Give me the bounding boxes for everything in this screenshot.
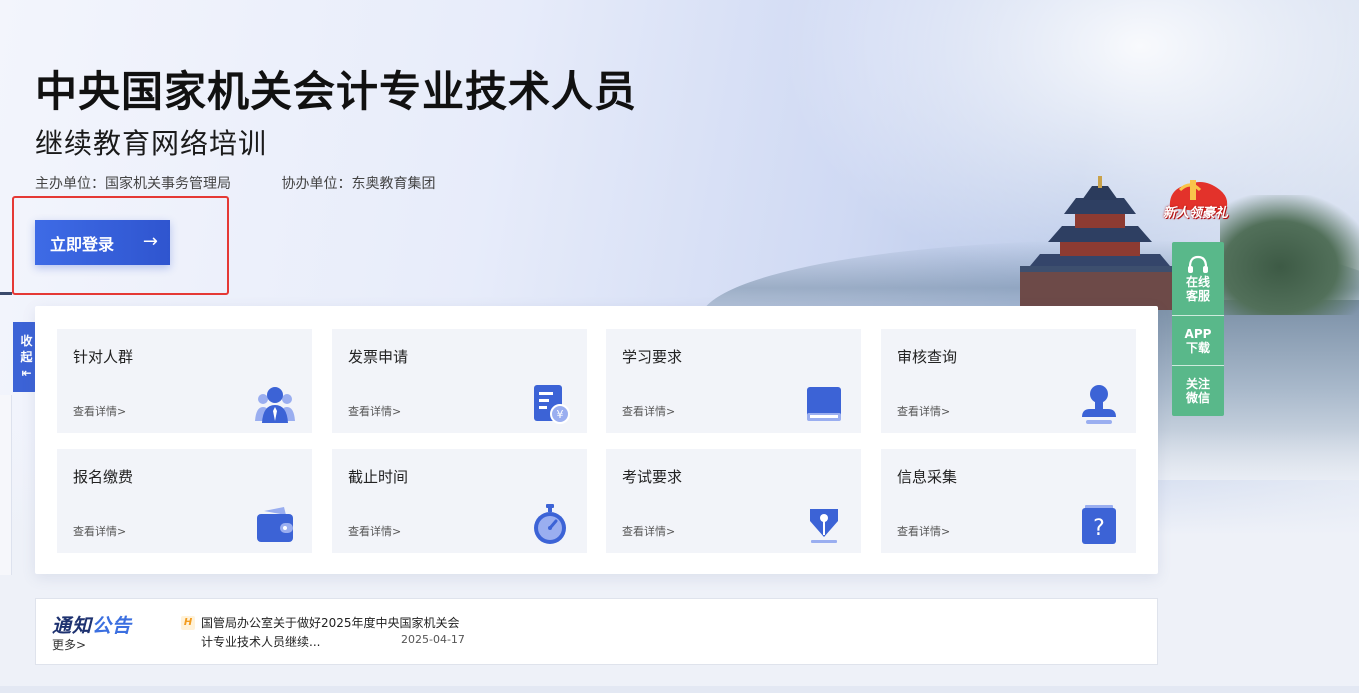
notice-heading-part2: 公告 bbox=[92, 615, 133, 637]
notice-heading: 通知公告 bbox=[52, 611, 132, 638]
service-label-1: 在线 bbox=[1185, 274, 1210, 289]
svg-text:¥: ¥ bbox=[557, 408, 564, 421]
side-divider bbox=[0, 292, 12, 295]
card-deadline[interactable]: 截止时间 查看详情> bbox=[332, 449, 587, 553]
card-exam-requirements[interactable]: 考试要求 查看详情> bbox=[606, 449, 861, 553]
organizer-line: 主办单位：国家机关事务管理局 协办单位：东奥教育集团 bbox=[35, 173, 481, 193]
login-button-label: 立即登录 bbox=[50, 234, 115, 254]
arrow-right-icon: → bbox=[142, 231, 158, 252]
follow-wechat-button[interactable]: 关注 微信 bbox=[1172, 366, 1224, 416]
card-title: 学习要求 bbox=[622, 348, 683, 366]
app-label-1: APP bbox=[1184, 326, 1212, 341]
new-user-gift-banner[interactable]: 新人领豪礼 bbox=[1163, 202, 1228, 221]
card-detail-link[interactable]: 查看详情> bbox=[73, 523, 126, 539]
card-audit-query[interactable]: 审核查询 查看详情> bbox=[881, 329, 1136, 433]
hot-badge-icon: H bbox=[181, 616, 195, 630]
card-detail-link[interactable]: 查看详情> bbox=[622, 403, 675, 419]
notice-item-date: 2025-04-17 bbox=[401, 633, 465, 646]
card-title: 针对人群 bbox=[73, 348, 134, 366]
book-icon bbox=[807, 387, 841, 421]
question-icon: ? bbox=[1082, 505, 1116, 544]
invoice-icon: ¥ bbox=[534, 385, 570, 424]
wechat-label-1: 关注 bbox=[1185, 377, 1210, 391]
pen-nib-icon bbox=[810, 509, 838, 543]
co-host-organization: 协办单位：东奥教育集团 bbox=[281, 176, 436, 192]
card-detail-link[interactable]: 查看详情> bbox=[348, 403, 401, 419]
host-organization: 主办单位：国家机关事务管理局 bbox=[35, 176, 231, 192]
card-target-group[interactable]: 针对人群 查看详情> bbox=[57, 329, 312, 433]
card-info-collection[interactable]: 信息采集 查看详情> ? bbox=[881, 449, 1136, 553]
users-icon bbox=[255, 387, 295, 423]
card-title: 发票申请 bbox=[348, 348, 409, 366]
side-strip bbox=[0, 395, 12, 575]
card-detail-link[interactable]: 查看详情> bbox=[73, 403, 126, 419]
collapse-label-1: 收 bbox=[20, 334, 33, 348]
card-title: 审核查询 bbox=[897, 348, 958, 366]
wechat-label-2: 微信 bbox=[1185, 391, 1210, 405]
floating-sidebar: 在线 客服 APP 下载 关注 微信 bbox=[1172, 242, 1224, 416]
login-button[interactable]: 立即登录 → bbox=[35, 220, 170, 265]
card-registration-payment[interactable]: 报名缴费 查看详情> bbox=[57, 449, 312, 553]
feature-panel: 针对人群 查看详情> 发票申请 查看详情> ¥ 学习要求 查看详情> 审核查询 … bbox=[35, 306, 1158, 574]
service-label-2: 客服 bbox=[1185, 288, 1210, 303]
notice-bar: 通知公告 更多> H 国管局办公室关于做好2025年度中央国家机关会计专业技术人… bbox=[35, 598, 1158, 665]
card-study-requirements[interactable]: 学习要求 查看详情> bbox=[606, 329, 861, 433]
card-title: 报名缴费 bbox=[73, 468, 134, 486]
forbidden-city-tower-illustration bbox=[1020, 176, 1180, 310]
card-detail-link[interactable]: 查看详情> bbox=[897, 403, 950, 419]
notice-heading-part1: 通知 bbox=[52, 615, 93, 637]
background-willow bbox=[1220, 195, 1359, 315]
app-download-button[interactable]: APP 下载 bbox=[1172, 316, 1224, 366]
stamp-icon bbox=[1082, 385, 1116, 424]
collapse-left-icon: ⇤ bbox=[21, 366, 32, 380]
svg-text:?: ? bbox=[1093, 516, 1105, 541]
headset-icon bbox=[1188, 255, 1208, 273]
card-detail-link[interactable]: 查看详情> bbox=[897, 523, 950, 539]
card-detail-link[interactable]: 查看详情> bbox=[348, 523, 401, 539]
card-title: 截止时间 bbox=[348, 468, 409, 486]
app-label-2: 下载 bbox=[1185, 340, 1210, 355]
page-title: 中央国家机关会计专业技术人员 bbox=[35, 67, 638, 116]
collapse-label-2: 起 bbox=[20, 350, 33, 364]
card-detail-link[interactable]: 查看详情> bbox=[622, 523, 675, 539]
stopwatch-icon bbox=[534, 504, 566, 544]
notice-more-link[interactable]: 更多> bbox=[52, 636, 86, 653]
online-service-button[interactable]: 在线 客服 bbox=[1172, 242, 1224, 316]
card-invoice-application[interactable]: 发票申请 查看详情> ¥ bbox=[332, 329, 587, 433]
page-subtitle: 继续教育网络培训 bbox=[35, 127, 268, 160]
wallet-icon bbox=[257, 507, 293, 542]
card-title: 信息采集 bbox=[897, 468, 958, 486]
card-title: 考试要求 bbox=[622, 468, 683, 486]
page-bottom-band bbox=[0, 686, 1359, 693]
